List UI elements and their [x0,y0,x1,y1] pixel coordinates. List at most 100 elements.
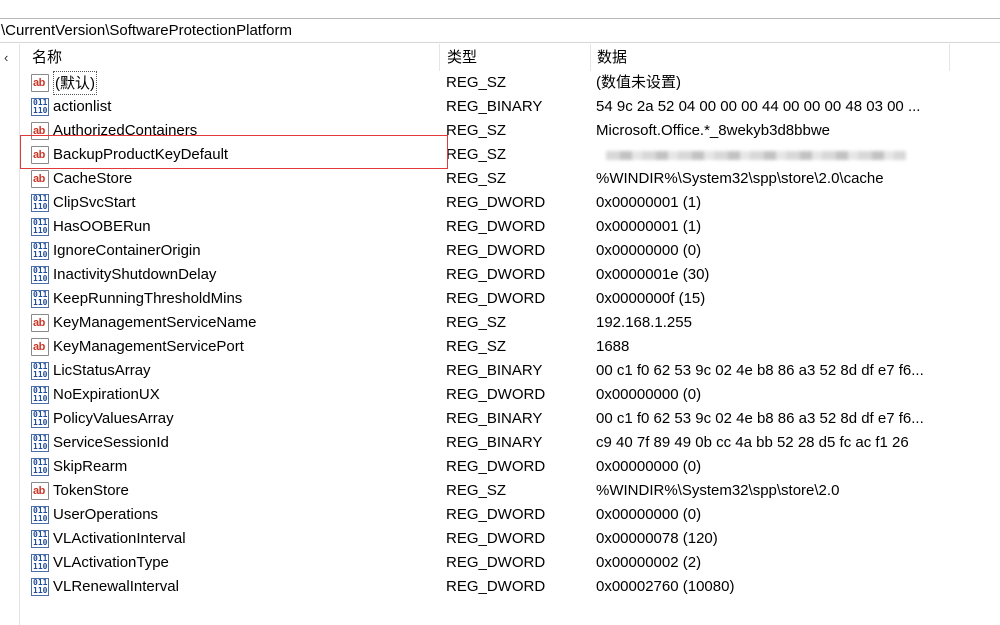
table-row[interactable]: 011 110 VLActivationType REG_DWORD 0x000000… [21,551,1000,575]
key-tree-pane[interactable]: ‹ [0,44,20,625]
value-data: 0x00000000 (0) [596,506,702,523]
table-row[interactable]: 011 110 VLActivationInterval REG_DWORD 0x00… [21,527,1000,551]
value-type: REG_BINARY [446,362,543,379]
highlight-annotation [20,135,448,169]
value-type: REG_SZ [446,338,507,355]
table-row[interactable]: ab CacheStore REG_SZ %WINDIR%\System32\spp\… [21,167,1000,191]
binary-value-icon: 011 110 [31,410,49,428]
value-type: REG_SZ [446,170,507,187]
table-row[interactable]: 011 110 UserOperations REG_DWORD 0x00000000… [21,503,1000,527]
list-header: 名称 类型 数据 [21,44,1000,71]
redacted-value [606,151,906,160]
value-data: 1688 [596,338,630,355]
value-type: REG_SZ [446,146,507,163]
string-value-icon: ab [31,170,49,188]
column-header-data[interactable]: 数据 [591,44,950,71]
value-type: REG_DWORD [446,386,546,403]
value-type: REG_DWORD [446,266,546,283]
binary-value-icon: 011 110 [31,386,49,404]
value-data: 0x00000000 (0) [596,458,702,475]
value-name: PolicyValuesArray [53,410,174,427]
table-row[interactable]: 011 110 IgnoreContainerOrigin REG_DWORD 0x0… [21,239,1000,263]
value-type: REG_DWORD [446,218,546,235]
value-data: 0x00000078 (120) [596,530,718,547]
string-value-icon: ab [31,338,49,356]
value-type: REG_SZ [446,314,507,331]
value-data: 192.168.1.255 [596,314,692,331]
value-data: 00 c1 f0 62 53 9c 02 4e b8 86 a3 52 8d d… [596,410,924,427]
value-name: UserOperations [53,506,159,523]
value-name: KeepRunningThresholdMins [53,290,243,307]
binary-value-icon: 011 110 [31,554,49,572]
binary-value-icon: 011 110 [31,242,49,260]
binary-value-icon: 011 110 [31,578,49,596]
value-name: LicStatusArray [53,362,151,379]
string-value-icon: ab [31,314,49,332]
value-data: 0x00000001 (1) [596,218,702,235]
table-row[interactable]: 011 110 HasOOBERun REG_DWORD 0x00000001 (1) [21,215,1000,239]
value-type: REG_SZ [446,482,507,499]
value-name: IgnoreContainerOrigin [53,242,201,259]
value-type: REG_SZ [446,122,507,139]
binary-value-icon: 011 110 [31,434,49,452]
string-value-icon: ab [31,482,49,500]
table-row[interactable]: ab KeyManagementServiceName REG_SZ 192.168.… [21,311,1000,335]
value-type: REG_DWORD [446,194,546,211]
value-data: 00 c1 f0 62 53 9c 02 4e b8 86 a3 52 8d d… [596,362,924,379]
table-row[interactable]: 011 110 PolicyValuesArray REG_BINARY 00 c1 … [21,407,1000,431]
binary-value-icon: 011 110 [31,362,49,380]
value-name: KeyManagementServiceName [53,314,257,331]
value-type: REG_SZ [446,74,507,91]
value-type: REG_BINARY [446,434,543,451]
value-name: NoExpirationUX [53,386,160,403]
table-row[interactable]: ab KeyManagementServicePort REG_SZ 1688 [21,335,1000,359]
binary-value-icon: 011 110 [31,194,49,212]
value-data: 0x00000000 (0) [596,386,702,403]
column-header-type[interactable]: 类型 [440,44,591,71]
table-row[interactable]: 011 110 ServiceSessionId REG_BINARY c9 40 7… [21,431,1000,455]
binary-value-icon: 011 110 [31,266,49,284]
table-row[interactable]: ab TokenStore REG_SZ %WINDIR%\System32\spp\… [21,479,1000,503]
address-bar[interactable]: \CurrentVersion\SoftwareProtectionPlatfo… [0,18,1000,43]
value-type: REG_DWORD [446,506,546,523]
value-type: REG_BINARY [446,410,543,427]
value-type: REG_DWORD [446,242,546,259]
value-name: actionlist [53,98,112,115]
value-type: REG_DWORD [446,530,546,547]
value-name: InactivityShutdownDelay [53,266,217,283]
binary-value-icon: 011 110 [31,290,49,308]
value-name: ClipSvcStart [53,194,136,211]
table-row[interactable]: 011 110 InactivityShutdownDelay REG_DWORD 0… [21,263,1000,287]
table-row[interactable]: 011 110 ClipSvcStart REG_DWORD 0x00000001 (… [21,191,1000,215]
registry-path[interactable]: \CurrentVersion\SoftwareProtectionPlatfo… [1,22,292,39]
value-data: 0x00000000 (0) [596,242,702,259]
table-row[interactable]: 011 110 LicStatusArray REG_BINARY 00 c1 f0 … [21,359,1000,383]
value-data: 54 9c 2a 52 04 00 00 00 44 00 00 00 48 0… [596,98,921,115]
value-data: %WINDIR%\System32\spp\store\2.0 [596,482,840,499]
binary-value-icon: 011 110 [31,98,49,116]
table-row[interactable]: ab (默认) REG_SZ (数值未设置) [21,71,1000,95]
table-row[interactable]: 011 110 NoExpirationUX REG_DWORD 0x00000000… [21,383,1000,407]
value-type: REG_BINARY [446,98,543,115]
values-list[interactable]: 名称 类型 数据 ab (默认) REG_SZ (数值未设置) 011 110 actio… [21,44,1000,625]
table-row[interactable]: 011 110 KeepRunningThresholdMins REG_DWORD… [21,287,1000,311]
binary-value-icon: 011 110 [31,530,49,548]
value-data: 0x00000002 (2) [596,554,702,571]
value-data: Microsoft.Office.*_8wekyb3d8bbwe [596,122,831,139]
table-row[interactable]: 011 110 actionlist REG_BINARY 54 9c 2a 52 0… [21,95,1000,119]
binary-value-icon: 011 110 [31,506,49,524]
value-data: 0x00002760 (10080) [596,578,735,595]
table-row[interactable]: 011 110 VLRenewalInterval REG_DWORD 0x00002… [21,575,1000,599]
value-name: VLActivationType [53,554,169,571]
value-name: VLActivationInterval [53,530,186,547]
string-value-icon: ab [31,74,49,92]
value-data: (数值未设置) [596,74,681,91]
value-data: %WINDIR%\System32\spp\store\2.0\cache [596,170,884,187]
chevron-left-icon[interactable]: ‹ [4,50,8,65]
table-row[interactable]: 011 110 SkipRearm REG_DWORD 0x00000000 (0) [21,455,1000,479]
binary-value-icon: 011 110 [31,218,49,236]
value-name: SkipRearm [53,458,128,475]
value-name: CacheStore [53,170,133,187]
column-header-name[interactable]: 名称 [21,44,440,71]
value-type: REG_DWORD [446,458,546,475]
